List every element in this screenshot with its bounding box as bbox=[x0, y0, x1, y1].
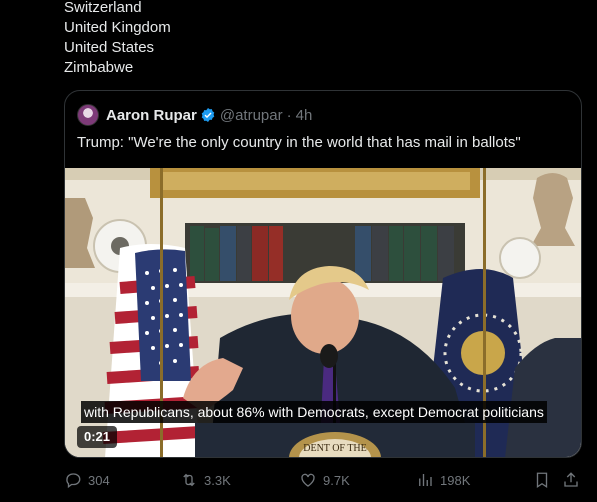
country-item: United Kingdom bbox=[64, 19, 171, 36]
video-player[interactable]: DENT OF THE with Republicans, about 86% … bbox=[65, 168, 581, 457]
post-actions-bar: 304 3.3K 9.7K 198K bbox=[64, 470, 582, 492]
presidential-seal-text: DENT OF THE bbox=[303, 443, 367, 454]
video-caption: with Republicans, about 86% with Democra… bbox=[81, 401, 547, 423]
quoted-post-card[interactable]: Aaron Rupar @atrupar · 4h Trump: "We're … bbox=[64, 90, 582, 458]
bookmark-icon bbox=[536, 472, 548, 489]
repost-button[interactable]: 3.3K bbox=[180, 470, 231, 490]
avatar[interactable] bbox=[77, 104, 99, 126]
reply-button[interactable]: 304 bbox=[64, 470, 110, 490]
bookmark-button[interactable] bbox=[533, 470, 551, 490]
quoted-post-text: Trump: "We're the only country in the wo… bbox=[77, 134, 521, 151]
share-icon bbox=[564, 472, 578, 487]
country-item: Zimbabwe bbox=[64, 59, 134, 76]
views-button[interactable]: 198K bbox=[416, 470, 470, 490]
verified-badge-icon bbox=[201, 108, 215, 122]
like-button[interactable]: 9.7K bbox=[299, 470, 350, 490]
post-time[interactable]: 4h bbox=[296, 107, 313, 124]
views-count: 198K bbox=[440, 472, 471, 488]
views-icon bbox=[419, 474, 432, 486]
urn-right bbox=[531, 173, 575, 246]
podium: DENT OF THE bbox=[195, 423, 475, 457]
quoted-post-header: Aaron Rupar @atrupar · 4h bbox=[77, 103, 312, 127]
country-item: United States bbox=[64, 39, 155, 56]
country-item: Switzerland bbox=[64, 0, 142, 16]
video-duration: 0:21 bbox=[77, 426, 118, 448]
share-button[interactable] bbox=[562, 470, 580, 490]
author-handle[interactable]: @atrupar bbox=[220, 107, 283, 124]
repost-count: 3.3K bbox=[204, 472, 231, 488]
like-icon bbox=[301, 473, 315, 487]
like-count: 9.7K bbox=[323, 472, 350, 488]
reply-count: 304 bbox=[88, 472, 110, 488]
reply-icon bbox=[66, 473, 81, 489]
separator-dot: · bbox=[286, 106, 292, 124]
repost-icon bbox=[183, 473, 195, 487]
country-list: Switzerland United Kingdom United States… bbox=[64, 0, 171, 78]
author-name[interactable]: Aaron Rupar bbox=[106, 107, 197, 124]
